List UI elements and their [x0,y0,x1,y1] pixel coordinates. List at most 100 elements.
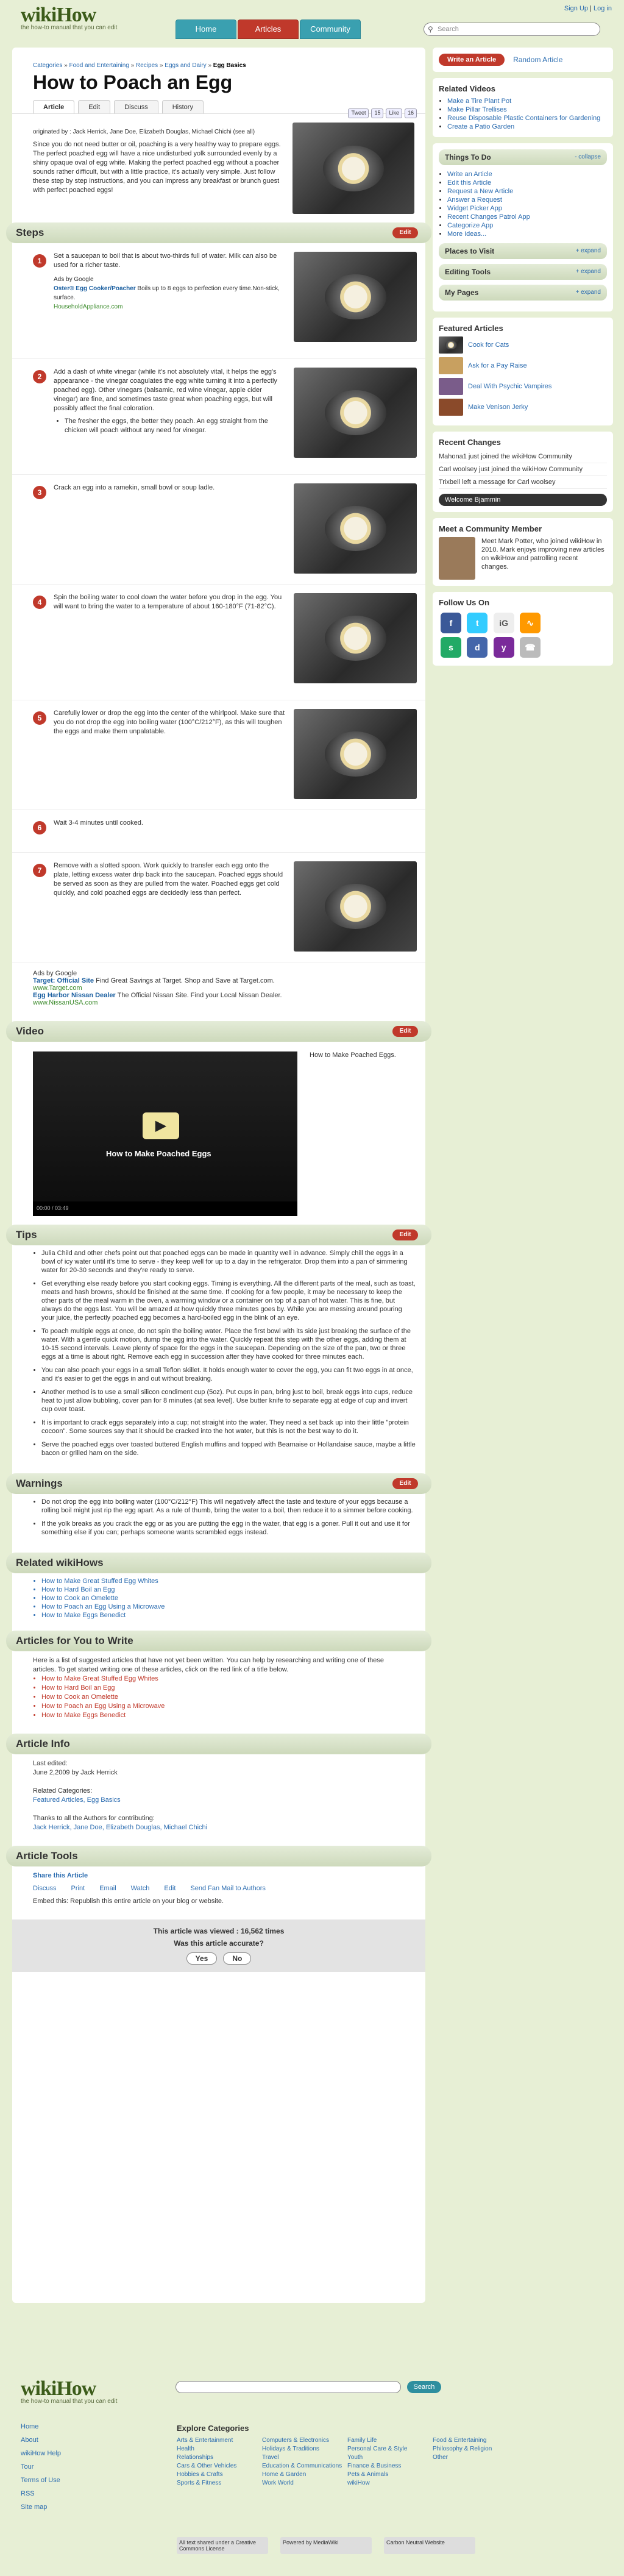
edit-button[interactable]: Edit [392,227,418,238]
play-icon[interactable]: ▶ [143,1112,179,1139]
write-link[interactable]: How to Make Great Stuffed Egg Whites [41,1675,158,1682]
editing-header[interactable]: Editing Tools + expand [439,264,607,280]
todo-link[interactable]: Request a New Article [447,188,513,195]
search-input[interactable]: Search [424,23,600,36]
category-link[interactable]: Youth [347,2453,433,2462]
category-link[interactable]: Computers & Electronics [262,2436,347,2445]
category-link[interactable]: wikiHow [347,2479,433,2488]
tab-history[interactable]: History [161,100,204,113]
todo-link[interactable]: Answer a Request [447,196,502,204]
nav-home[interactable]: Home [176,20,236,39]
tool-email[interactable]: Email [99,1884,116,1893]
change-item[interactable]: Carl woolsey just joined the wikiHow Com… [439,463,607,476]
write-link[interactable]: How to Poach an Egg Using a Microwave [41,1703,165,1710]
nav-community[interactable]: Community [300,20,361,39]
phone-icon[interactable]: ☎ [520,637,541,658]
category-link[interactable]: Travel [262,2453,347,2462]
category-link[interactable]: Cars & Other Vehicles [177,2462,262,2471]
mypages-header[interactable]: My Pages + expand [439,285,607,301]
footer-link[interactable]: RSS [21,2490,35,2497]
write-link[interactable]: How to Make Eggs Benedict [41,1712,126,1719]
category-link[interactable]: Philosophy & Religion [433,2445,518,2453]
tool-print[interactable]: Print [71,1884,85,1893]
write-article-button[interactable]: Write an Article [439,54,505,66]
category-link[interactable]: Relationships [177,2453,262,2462]
todo-link[interactable]: Widget Picker App [447,205,502,212]
category-link[interactable]: Finance & Business [347,2462,433,2471]
ad-title[interactable]: Egg Harbor Nissan Dealer [33,992,116,999]
video-link[interactable]: Create a Patio Garden [447,123,514,130]
write-link[interactable]: How to Cook an Omelette [41,1693,118,1701]
tool-watch[interactable]: Watch [131,1884,150,1893]
todo-link[interactable]: Edit this Article [447,179,491,187]
mediawiki-badge[interactable]: Powered by MediaWiki [280,2537,372,2554]
no-button[interactable]: No [223,1952,252,1965]
category-link[interactable]: Work World [262,2479,347,2488]
video-link[interactable]: Reuse Disposable Plastic Containers for … [447,115,600,122]
category-link[interactable]: Health [177,2445,262,2453]
tab-discuss[interactable]: Discuss [114,100,158,113]
video-link[interactable]: Make a Tire Plant Pot [447,98,511,105]
tool-edit[interactable]: Edit [164,1884,176,1893]
tab-article[interactable]: Article [33,100,75,113]
ad-title[interactable]: Target: Official Site [33,977,94,984]
random-article-link[interactable]: Random Article [513,55,562,64]
places-header[interactable]: Places to Visit + expand [439,243,607,259]
nav-articles[interactable]: Articles [238,20,299,39]
footer-link[interactable]: Site map [21,2503,47,2511]
related-link[interactable]: How to Poach an Egg Using a Microwave [41,1603,165,1610]
edit-button[interactable]: Edit [392,1229,418,1240]
avatar[interactable] [439,537,475,580]
footer-link[interactable]: Terms of Use [21,2477,60,2484]
change-item[interactable]: Trixbell left a message for Carl woolsey [439,476,607,489]
video-player[interactable]: ▶ How to Make Poached Eggs 00:00 / 03:49 [33,1051,297,1216]
like-button[interactable]: Like [386,109,402,118]
related-link[interactable]: How to Cook an Omelette [41,1595,118,1602]
yahoo-icon[interactable]: y [493,637,514,658]
footer-search-button[interactable]: Search [407,2381,441,2393]
category-link[interactable]: Other [433,2453,518,2462]
crumb-eggs[interactable]: Eggs and Dairy [165,62,206,69]
tab-edit[interactable]: Edit [78,100,111,113]
info-authors[interactable]: Jack Herrick, Jane Doe, Elizabeth Dougla… [33,1824,207,1831]
edit-button[interactable]: Edit [392,1478,418,1489]
stumble-icon[interactable]: s [441,637,461,658]
login-link[interactable]: Log in [594,5,612,12]
category-link[interactable]: Home & Garden [262,2471,347,2479]
video-controls[interactable]: 00:00 / 03:49 [33,1201,297,1216]
signup-link[interactable]: Sign Up [564,5,588,12]
tool-fanmail[interactable]: Send Fan Mail to Authors [190,1884,266,1893]
category-link[interactable]: Arts & Entertainment [177,2436,262,2445]
related-link[interactable]: How to Make Great Stuffed Egg Whites [41,1578,158,1585]
yes-button[interactable]: Yes [186,1952,218,1965]
tweet-button[interactable]: Tweet [348,109,369,118]
footer-search-input[interactable] [176,2381,401,2393]
category-link[interactable]: Food & Entertaining [433,2436,518,2445]
category-link[interactable]: Hobbies & Crafts [177,2471,262,2479]
featured-item[interactable]: Ask for a Pay Raise [439,357,607,374]
todo-link[interactable]: Categorize App [447,222,493,229]
related-link[interactable]: How to Make Eggs Benedict [41,1612,126,1619]
crumb-categories[interactable]: Categories [33,62,62,69]
rss-icon[interactable]: ∿ [520,613,541,633]
change-item[interactable]: Mahona1 just joined the wikiHow Communit… [439,450,607,463]
tool-discuss[interactable]: Discuss [33,1884,57,1893]
carbon-badge[interactable]: Carbon Neutral Website [384,2537,475,2554]
delicious-icon[interactable]: d [467,637,488,658]
footer-link[interactable]: Home [21,2423,38,2430]
category-link[interactable]: Holidays & Traditions [262,2445,347,2453]
todo-link[interactable]: More Ideas... [447,230,486,238]
category-link[interactable]: Personal Care & Style [347,2445,433,2453]
category-link[interactable]: Sports & Fitness [177,2479,262,2488]
footer-link[interactable]: wikiHow Help [21,2450,61,2457]
info-cats[interactable]: Featured Articles, Egg Basics [33,1796,121,1804]
facebook-icon[interactable]: f [441,613,461,633]
collapse-link[interactable]: - collapse [575,149,601,165]
footer-logo[interactable]: wikiHow the how-to manual that you can e… [21,2377,117,2405]
featured-item[interactable]: Cook for Cats [439,336,607,354]
edit-button[interactable]: Edit [392,1026,418,1037]
cc-badge[interactable]: All text shared under a Creative Commons… [177,2537,268,2554]
write-link[interactable]: How to Hard Boil an Egg [41,1684,115,1692]
featured-item[interactable]: Make Venison Jerky [439,399,607,416]
ad-url[interactable]: HouseholdAppliance.com [54,304,122,310]
